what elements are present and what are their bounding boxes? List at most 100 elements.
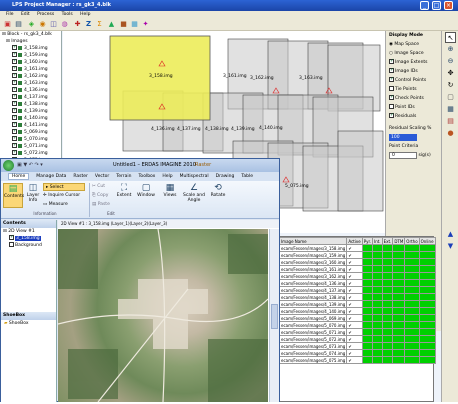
active-cell[interactable]: ✔	[346, 272, 363, 280]
checkbox[interactable]: ✓	[12, 66, 17, 71]
checkbox[interactable]: ✓	[12, 87, 17, 92]
active-cell[interactable]: ✔	[346, 314, 363, 322]
active-cell[interactable]: ✔	[346, 321, 363, 329]
arrow-down-icon[interactable]: ▼	[445, 241, 456, 252]
save-view-icon[interactable]: ▦	[445, 104, 456, 115]
extent-button[interactable]: ⛶ Extent	[115, 183, 133, 198]
checkbox[interactable]: ✓	[12, 129, 17, 134]
menu-edit[interactable]: Edit	[21, 12, 30, 17]
interior-icon[interactable]: ◫	[49, 20, 58, 29]
checkbox[interactable]: ✓	[12, 150, 17, 155]
arrow-up-icon[interactable]: ▲	[445, 229, 456, 240]
frame-icon[interactable]: ◈	[27, 20, 36, 29]
table-row[interactable]: ecam/Fessen/images/3_162.img ✔	[278, 272, 436, 280]
active-cell[interactable]: ✔	[346, 356, 363, 364]
ortho-icon[interactable]: ■	[119, 20, 128, 29]
image-tree-item[interactable]: ✓ 5_069.img	[0, 129, 61, 136]
image-space-radio[interactable]: ○ Image Space	[386, 49, 441, 58]
map-space-radio[interactable]: ◉ Map Space	[386, 40, 441, 49]
print-icon[interactable]: ▤	[445, 116, 456, 127]
shoebox-item[interactable]: ▰ ShoeBox	[1, 320, 56, 327]
column-header[interactable]: Active	[346, 237, 363, 245]
active-cell[interactable]: ✔	[346, 258, 363, 266]
image-tree-item[interactable]: ✓ 5_070.img	[0, 136, 61, 143]
contents-button[interactable]: ▤ Contents	[3, 183, 24, 208]
menu-tools[interactable]: Tools	[62, 12, 73, 17]
active-cell[interactable]: ✔	[346, 251, 363, 259]
quick-access-icon[interactable]: ▣ ▼ ↶ ↷ ▾	[17, 159, 43, 172]
close-button[interactable]: ×	[444, 1, 453, 10]
feature-icon[interactable]: ✦	[141, 20, 150, 29]
image-tree-item[interactable]: ✓ 5_072.img	[0, 150, 61, 157]
image-tree-item[interactable]: ✓ 3_160.img	[0, 59, 61, 66]
pan-icon[interactable]: ✥	[445, 68, 456, 79]
table-row[interactable]: ecam/Fessen/images/3_161.img ✔	[278, 265, 436, 273]
table-row[interactable]: ecam/Fessen/images/5_069.img ✔	[278, 314, 436, 322]
pointer-icon[interactable]: ↖	[445, 32, 456, 43]
table-row[interactable]: ecam/Fessen/images/3_159.img ✔	[278, 251, 436, 259]
zoom-out-icon[interactable]: ⊖	[445, 56, 456, 67]
paste-button[interactable]: ▤ Paste	[92, 201, 110, 209]
menu-file[interactable]: File	[6, 12, 14, 17]
active-cell[interactable]: ✔	[346, 300, 363, 308]
checkbox[interactable]: ✓	[12, 94, 17, 99]
image-tree-item[interactable]: ✓ 4_138.img	[0, 101, 61, 108]
images-folder[interactable]: ⊟ Images	[0, 38, 61, 45]
checkbox[interactable]: ✓	[12, 115, 17, 120]
scale-angle-button[interactable]: ∠ Scale and Angle	[181, 183, 207, 203]
active-cell[interactable]: ✔	[346, 286, 363, 294]
column-header[interactable]: Image Name	[278, 237, 348, 245]
image-tree-item[interactable]: ✓ 4_139.img	[0, 108, 61, 115]
table-row[interactable]: ecam/Fessen/images/5_073.img ✔	[278, 342, 436, 350]
z-icon[interactable]: Z	[84, 20, 93, 29]
display-option-checkbox[interactable]: ✓Control Points	[386, 76, 441, 85]
dtm-icon[interactable]: ▲	[107, 20, 116, 29]
column-header[interactable]: Online	[418, 237, 436, 245]
column-header[interactable]: Int.	[372, 237, 383, 245]
menu-help[interactable]: Help	[80, 12, 90, 17]
checkbox[interactable]: ✓	[12, 143, 17, 148]
layer-info-button[interactable]: ◫ Layer Info	[25, 183, 41, 208]
mosaic-icon[interactable]: ▦	[130, 20, 139, 29]
ribbon-tab[interactable]: Table	[241, 174, 253, 179]
checkbox[interactable]: ✓	[12, 45, 17, 50]
active-cell[interactable]: ✔	[346, 265, 363, 273]
views-button[interactable]: ▦ Views	[161, 183, 179, 198]
block-root[interactable]: ⊟ Block - rs_gk3_4.blk	[0, 31, 61, 38]
table-row[interactable]: ecam/Fessen/images/4_137.img ✔	[278, 286, 436, 294]
ribbon-tab[interactable]: Drawing	[216, 174, 235, 179]
ribbon-tab[interactable]: Manage Data	[36, 174, 66, 179]
rotate-button[interactable]: ⟲ Rotate	[209, 183, 227, 198]
table-row[interactable]: ecam/Fessen/images/4_139.img ✔	[278, 300, 436, 308]
ribbon-tab[interactable]: Terrain	[116, 174, 131, 179]
ribbon-tab[interactable]: Vector	[95, 174, 109, 179]
active-cell[interactable]: ✔	[346, 349, 363, 357]
active-cell[interactable]: ✔	[346, 335, 363, 343]
active-cell[interactable]: ✔	[346, 328, 363, 336]
menu-process[interactable]: Process	[37, 12, 54, 17]
ribbon-tab[interactable]: Help	[162, 174, 172, 179]
fit-icon[interactable]: ▢	[445, 92, 456, 103]
image-tree-item[interactable]: ✓ 3_158.img	[0, 45, 61, 52]
zoom-in-icon[interactable]: ⊕	[445, 44, 456, 55]
display-option-checkbox[interactable]: ✓Image Extents	[386, 58, 441, 67]
image-tree-item[interactable]: ✓ 3_161.img	[0, 66, 61, 73]
cut-button[interactable]: ✂ Cut	[92, 183, 105, 191]
save-icon[interactable]: ▤	[14, 20, 23, 29]
background-node[interactable]: Background	[1, 242, 56, 249]
table-row[interactable]: ecam/Fessen/images/5_074.img ✔	[278, 349, 436, 357]
view-scrollbar[interactable]	[269, 229, 279, 402]
table-row[interactable]: ecam/Fessen/images/5_075.img ✔	[278, 356, 436, 364]
column-header[interactable]: Ortho	[404, 237, 420, 245]
layer-node[interactable]: ✓ 3_158.img	[1, 235, 56, 242]
table-row[interactable]: ecam/Fessen/images/5_070.img ✔	[278, 321, 436, 329]
measure-icon[interactable]: ✚	[73, 20, 82, 29]
exterior-icon[interactable]: ◍	[60, 20, 69, 29]
sigma-icon[interactable]: Σ	[95, 20, 104, 29]
aerial-image[interactable]	[57, 228, 269, 403]
measure-button[interactable]: ▭ Measure	[43, 201, 68, 209]
checkbox[interactable]: ✓	[12, 59, 17, 64]
maximize-button[interactable]: □	[432, 1, 441, 10]
ribbon-tab[interactable]: Raster	[73, 174, 88, 179]
table-row[interactable]: ecam/Fessen/images/4_140.img ✔	[278, 307, 436, 315]
